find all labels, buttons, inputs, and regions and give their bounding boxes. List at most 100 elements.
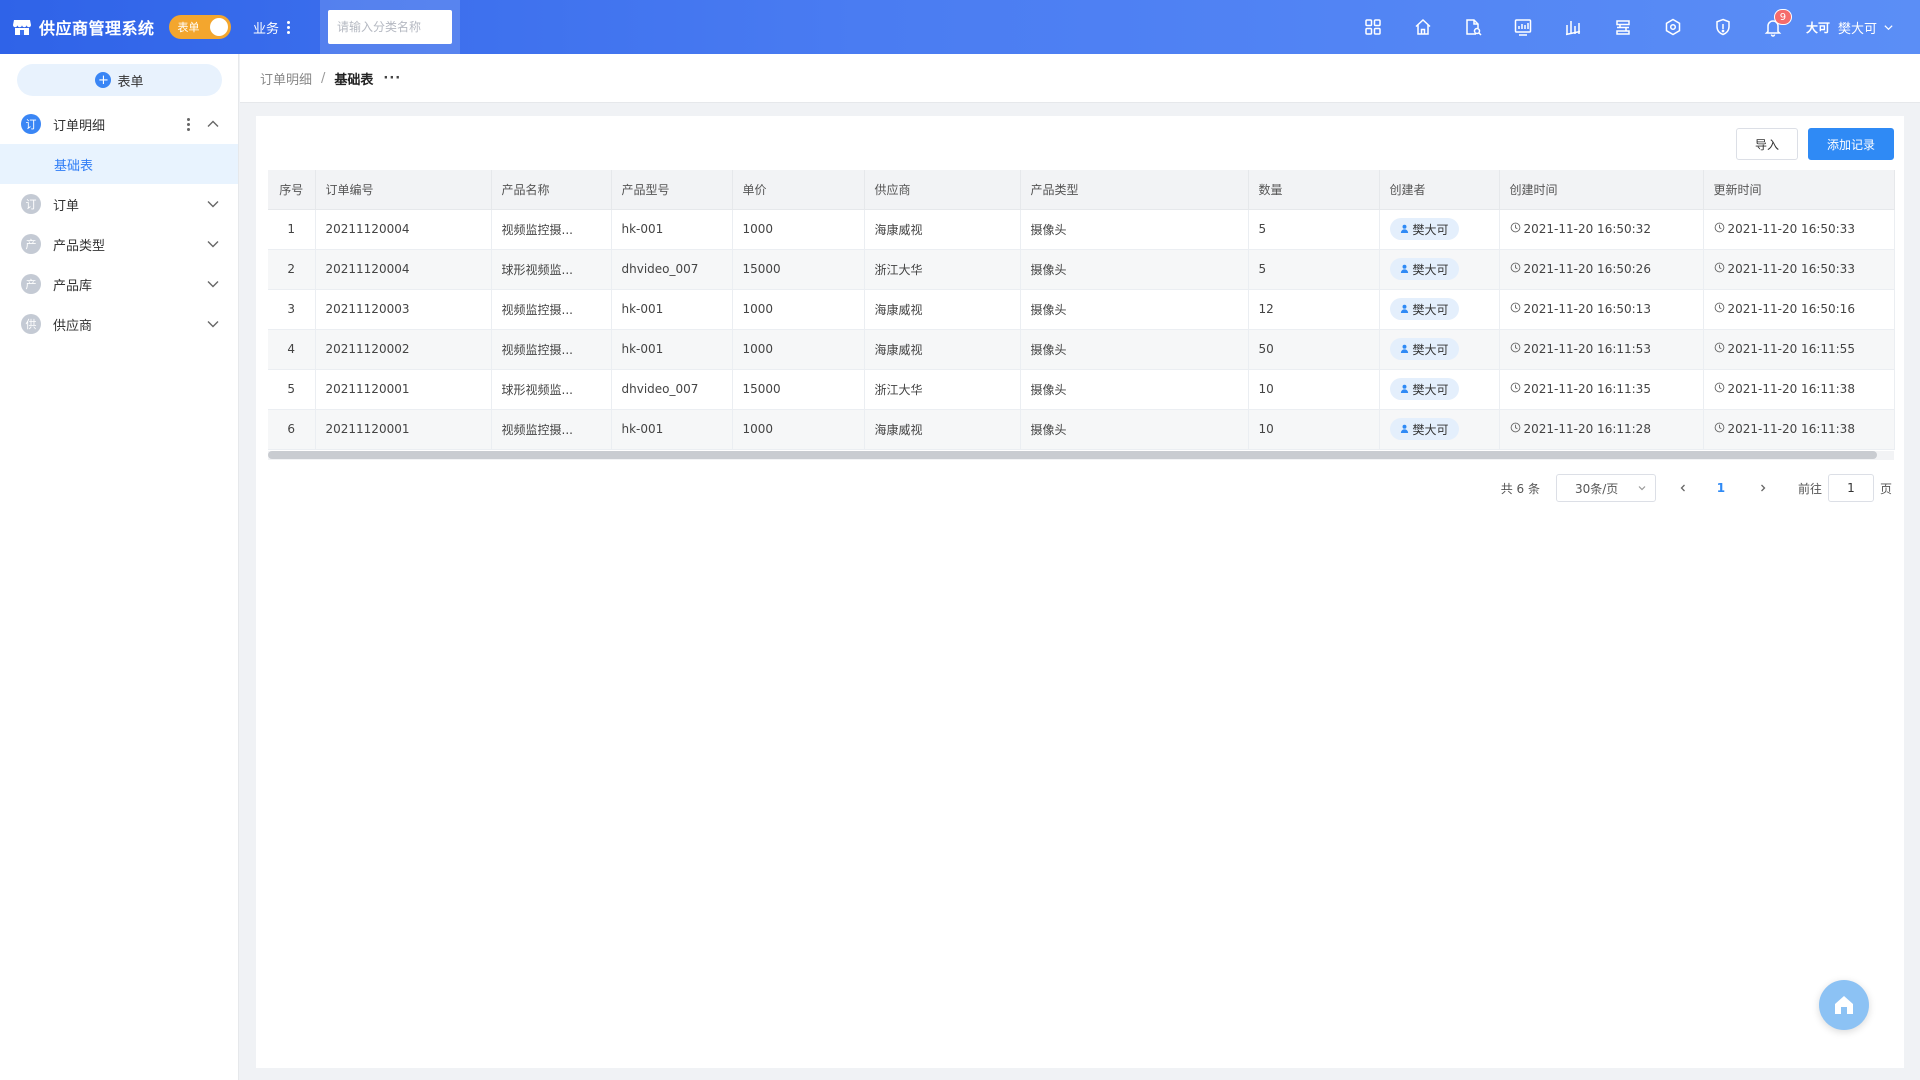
timestamp: 2021-11-20 16:11:28 <box>1523 422 1651 436</box>
page-size-select[interactable]: 30条/页 <box>1555 474 1656 502</box>
creator-name: 樊大可 <box>1412 302 1449 317</box>
breadcrumb-parent[interactable]: 订单明细 <box>260 69 312 88</box>
creator-tag: 樊大可 <box>1389 378 1459 400</box>
timestamp: 2021-11-20 16:11:35 <box>1523 382 1651 396</box>
table-cell: 海康威视 <box>864 409 1021 450</box>
clock-icon <box>1714 382 1728 396</box>
table-row[interactable]: 3 20211120003 视频监控摄... hk-001 1000 海康威视 摄像头 12 樊… <box>268 289 1895 330</box>
prev-page-button[interactable] <box>1668 474 1698 502</box>
table-cell: 1000 <box>732 289 865 330</box>
table-cell: 1000 <box>732 329 865 370</box>
table-cell: 20211120004 <box>315 249 492 290</box>
scrollbar-thumb[interactable] <box>268 450 1877 459</box>
table-row[interactable]: 2 20211120004 球形视频监... dhvideo_007 15000 浙江大华… <box>268 249 1895 290</box>
column-header[interactable]: 订单编号 <box>315 170 492 210</box>
table-actions: 导入 添加记录 <box>1735 128 1894 160</box>
table-row[interactable]: 5 20211120001 球形视频监... dhvideo_007 15000 浙江大华… <box>268 369 1895 410</box>
layers-icon[interactable] <box>1598 0 1648 54</box>
timestamp: 2021-11-20 16:50:26 <box>1523 262 1651 276</box>
timestamp: 2021-11-20 16:11:55 <box>1727 342 1855 356</box>
shield-icon[interactable] <box>1698 0 1748 54</box>
column-header[interactable]: 单价 <box>732 170 865 210</box>
form-toggle[interactable]: 表单 <box>168 15 231 39</box>
business-menu[interactable]: 业务 <box>253 18 291 37</box>
clock-icon <box>1714 302 1728 316</box>
apps-icon[interactable] <box>1348 0 1398 54</box>
table-cell: hk-001 <box>611 329 733 370</box>
data-table: 序号 订单编号 产品名称 产品型号 单价 供应商 产品类型 数量 创建者 创建时间 更新时间 1 20… <box>268 170 1895 460</box>
column-header[interactable]: 更新时间 <box>1703 170 1895 210</box>
creator-cell: 樊大可 <box>1379 369 1500 410</box>
table-cell: 20211120001 <box>315 409 492 450</box>
table-cell: 海康威视 <box>864 289 1021 330</box>
timestamp: 2021-11-20 16:50:16 <box>1727 302 1855 316</box>
table-cell: 球形视频监... <box>491 249 612 290</box>
chevron-down-icon <box>1638 486 1646 491</box>
updated-time-cell: 2021-11-20 16:11:55 <box>1703 329 1895 370</box>
clock-icon <box>1714 342 1728 356</box>
column-header[interactable]: 产品型号 <box>611 170 733 210</box>
more-vertical-icon[interactable] <box>187 117 190 131</box>
user-icon <box>1400 342 1413 356</box>
add-record-button[interactable]: 添加记录 <box>1807 128 1894 160</box>
horizontal-scrollbar[interactable] <box>268 450 1894 460</box>
bell-icon[interactable]: 9 <box>1748 0 1798 54</box>
supplier-icon: 供 <box>21 314 41 334</box>
table-cell: 视频监控摄... <box>491 289 612 330</box>
creator-name: 樊大可 <box>1412 342 1449 357</box>
column-header[interactable]: 产品类型 <box>1020 170 1249 210</box>
home-icon <box>1835 996 1853 1014</box>
column-header[interactable]: 创建者 <box>1379 170 1500 210</box>
chevron-down-icon <box>1884 24 1893 30</box>
column-header[interactable]: 序号 <box>268 170 316 210</box>
user-name: 樊大可 <box>1837 21 1877 37</box>
page-unit-label: 页 <box>1879 481 1892 496</box>
table-cell: 摄像头 <box>1020 409 1249 450</box>
column-header[interactable]: 供应商 <box>864 170 1021 210</box>
avatar: 大可 <box>1805 20 1830 35</box>
add-form-label: 表单 <box>117 74 144 90</box>
category-search-input[interactable] <box>328 10 453 44</box>
floating-home-button[interactable] <box>1819 980 1869 1030</box>
table-row[interactable]: 1 20211120004 视频监控摄... hk-001 1000 海康威视 摄像头 5 樊大… <box>268 209 1895 250</box>
table-cell: 海康威视 <box>864 209 1021 250</box>
timestamp: 2021-11-20 16:50:33 <box>1727 222 1855 236</box>
home-icon[interactable] <box>1398 0 1448 54</box>
table-cell: 15000 <box>732 249 865 290</box>
sidebar-subitem-basic-table[interactable]: 基础表 <box>0 144 238 184</box>
table-cell: 浙江大华 <box>864 249 1021 290</box>
import-button[interactable]: 导入 <box>1735 128 1798 160</box>
column-header[interactable]: 数量 <box>1248 170 1380 210</box>
column-header[interactable]: 创建时间 <box>1499 170 1704 210</box>
network-icon[interactable] <box>1648 0 1698 54</box>
table-cell: 视频监控摄... <box>491 329 612 370</box>
sidebar-item-order[interactable]: 订 订单 <box>0 184 238 224</box>
chart-icon[interactable] <box>1548 0 1598 54</box>
table-row[interactable]: 4 20211120002 视频监控摄... hk-001 1000 海康威视 摄像头 50 樊… <box>268 329 1895 370</box>
creator-cell: 樊大可 <box>1379 329 1500 370</box>
table-row[interactable]: 6 20211120001 视频监控摄... hk-001 1000 海康威视 摄像头 10 樊… <box>268 409 1895 450</box>
dashboard-icon[interactable] <box>1498 0 1548 54</box>
clock-icon <box>1714 222 1728 236</box>
next-page-button[interactable] <box>1748 474 1778 502</box>
more-horizontal-icon[interactable]: ··· <box>383 71 401 86</box>
sidebar-item-supplier[interactable]: 供 供应商 <box>0 304 238 344</box>
chevron-down-icon <box>207 201 219 208</box>
goto-page-input[interactable] <box>1827 474 1874 502</box>
user-icon <box>1400 422 1413 436</box>
sidebar-item-product-type[interactable]: 产 产品类型 <box>0 224 238 264</box>
user-menu[interactable]: 大可 樊大可 <box>1798 0 1920 54</box>
table-cell: 20211120002 <box>315 329 492 370</box>
product-library-icon: 产 <box>21 274 41 294</box>
sidebar-item-label: 供应商 <box>53 318 93 334</box>
file-search-icon[interactable] <box>1448 0 1498 54</box>
page-number[interactable]: 1 <box>1706 474 1736 502</box>
add-form-button[interactable]: + 表单 <box>17 64 222 96</box>
column-header[interactable]: 产品名称 <box>491 170 612 210</box>
table-cell: 视频监控摄... <box>491 409 612 450</box>
creator-name: 樊大可 <box>1412 222 1449 237</box>
sidebar-item-label: 订单 <box>53 198 80 214</box>
sidebar-item-order-detail[interactable]: 订 订单明细 <box>0 104 238 144</box>
sidebar-item-product-library[interactable]: 产 产品库 <box>0 264 238 304</box>
timestamp: 2021-11-20 16:11:38 <box>1727 382 1855 396</box>
